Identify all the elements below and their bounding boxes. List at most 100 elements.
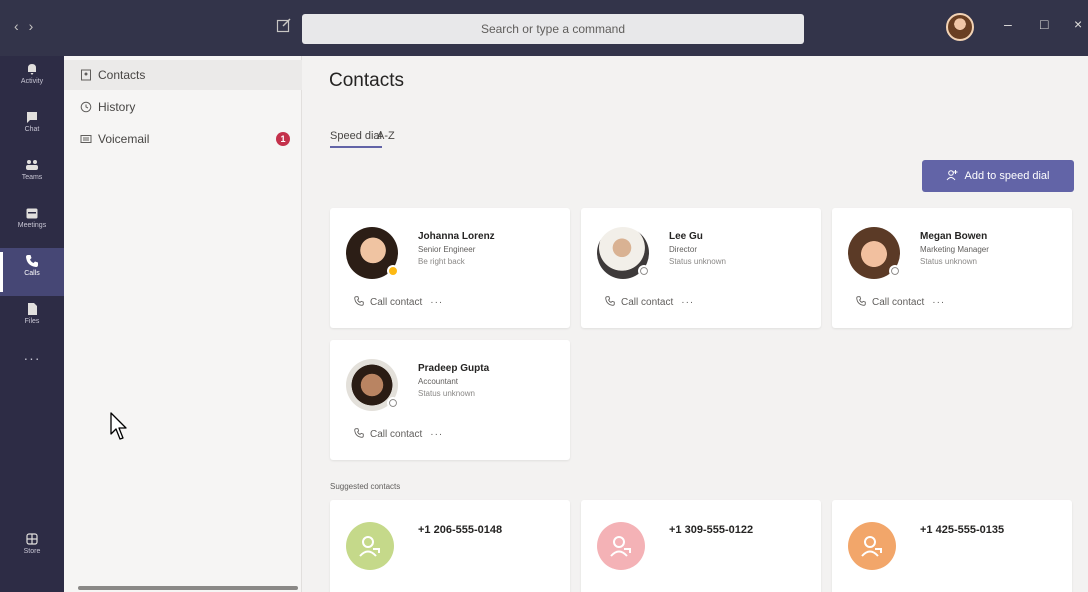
rail-label: Calls [24, 270, 40, 277]
maximize-button[interactable]: □ [1040, 16, 1048, 32]
more-options-icon[interactable]: ··· [681, 297, 694, 308]
close-button[interactable]: × [1074, 16, 1082, 32]
teams-icon [26, 160, 38, 170]
call-contact-label: Call contact [621, 297, 674, 308]
presence-unknown-icon [387, 397, 399, 409]
call-contact-button[interactable]: Call contact ··· [354, 296, 443, 308]
rail-item-activity[interactable]: Activity [0, 56, 64, 104]
title-bar: ‹› Search or type a command – □ × [0, 0, 1088, 56]
presence-away-icon [387, 265, 399, 277]
contact-title: Senior Engineer [418, 245, 476, 254]
rail-item-calls[interactable]: Calls [0, 248, 64, 296]
voicemail-badge: 1 [276, 132, 290, 146]
rail-item-chat[interactable]: Chat [0, 104, 64, 152]
contact-card[interactable]: Lee Gu Director Status unknown Call cont… [581, 208, 821, 328]
suggested-number: +1 425-555-0135 [920, 524, 1005, 536]
call-contact-button[interactable]: Call contact ··· [605, 296, 694, 308]
store-icon [26, 533, 38, 545]
contacts-icon [81, 69, 91, 81]
contact-status: Be right back [418, 257, 465, 266]
add-to-speed-dial-button[interactable]: Add to speed dial [922, 160, 1074, 192]
call-contact-button[interactable]: Call contact ··· [354, 428, 443, 440]
file-icon [28, 303, 37, 315]
suggested-number: +1 309-555-0122 [669, 524, 754, 536]
mouse-cursor-icon [110, 412, 127, 440]
suggested-avatar [597, 522, 645, 570]
contact-title: Marketing Manager [920, 245, 989, 254]
contacts-main: Contacts Speed dial A-Z Add to speed dia… [303, 56, 1088, 592]
phone-contact-icon [359, 536, 380, 557]
sidebar-item-history[interactable]: History [64, 92, 302, 122]
contact-card[interactable]: Megan Bowen Marketing Manager Status unk… [832, 208, 1072, 328]
contact-status: Status unknown [920, 257, 977, 266]
phone-icon [26, 255, 38, 267]
sidebar-item-contacts[interactable]: Contacts [64, 60, 302, 90]
voicemail-icon [80, 135, 92, 143]
phone-contact-icon [610, 536, 631, 557]
contact-title: Director [669, 245, 698, 254]
search-input[interactable]: Search or type a command [302, 14, 804, 44]
rail-label: Meetings [17, 222, 47, 229]
contact-name: Pradeep Gupta [418, 363, 490, 374]
more-options-icon[interactable]: ··· [932, 297, 945, 308]
call-contact-button[interactable]: Call contact ··· [856, 296, 945, 308]
contact-card[interactable]: Pradeep Gupta Accountant Status unknown … [330, 340, 570, 460]
bell-icon [28, 64, 36, 75]
clock-icon [80, 101, 92, 113]
presence-unknown-icon [638, 265, 650, 277]
suggested-contact-card[interactable]: +1 309-555-0122 [581, 500, 821, 592]
more-apps-button[interactable]: ··· [0, 348, 64, 396]
app-rail: Activity Chat Teams Meetings Calls Files… [0, 56, 64, 592]
sidebar-item-label: History [98, 100, 136, 114]
rail-label: Teams [21, 174, 43, 181]
sidebar-item-voicemail[interactable]: Voicemail 1 [64, 124, 302, 154]
back-button[interactable]: ‹ [14, 18, 29, 34]
suggested-number: +1 206-555-0148 [418, 524, 503, 536]
contact-name: Megan Bowen [920, 231, 988, 242]
page-title: Contacts [329, 70, 404, 91]
more-options-icon[interactable]: ··· [430, 429, 443, 440]
rail-label: Files [24, 318, 40, 325]
sidebar-item-label: Voicemail [98, 132, 150, 146]
more-options-icon[interactable]: ··· [430, 297, 443, 308]
compose-icon[interactable] [276, 17, 292, 33]
rail-item-files[interactable]: Files [0, 296, 64, 344]
rail-label: Activity [20, 78, 44, 85]
tab-speed-dial[interactable]: Speed dial [330, 130, 382, 148]
contact-status: Status unknown [418, 389, 475, 398]
rail-item-teams[interactable]: Teams [0, 152, 64, 200]
sidebar-item-label: Contacts [98, 68, 146, 82]
rail-label: Store [23, 548, 41, 555]
presence-unknown-icon [889, 265, 901, 277]
phone-icon [856, 296, 866, 306]
rail-label: Chat [24, 126, 40, 133]
user-avatar[interactable] [946, 13, 974, 41]
contact-status: Status unknown [669, 257, 726, 266]
call-contact-label: Call contact [370, 429, 423, 440]
suggested-contact-card[interactable]: +1 425-555-0135 [832, 500, 1072, 592]
suggested-avatar [848, 522, 896, 570]
chat-icon [27, 112, 37, 123]
forward-button[interactable]: › [29, 18, 44, 34]
phone-icon [354, 296, 364, 306]
call-contact-label: Call contact [872, 297, 925, 308]
contact-name: Lee Gu [669, 231, 703, 242]
teams-window: ‹› Search or type a command – □ × Activi… [0, 0, 1088, 592]
sidebar-scrollbar[interactable] [78, 586, 298, 590]
nav-arrows: ‹› [14, 18, 43, 34]
contact-name: Johanna Lorenz [418, 231, 495, 242]
suggested-contact-card[interactable]: +1 206-555-0148 [330, 500, 570, 592]
add-button-label: Add to speed dial [964, 170, 1050, 182]
suggested-contacts-heading: Suggested contacts [330, 482, 401, 491]
calls-sidebar: Contacts History Voicemail 1 [64, 56, 302, 592]
contact-card[interactable]: Johanna Lorenz Senior Engineer Be right … [330, 208, 570, 328]
minimize-button[interactable]: – [1004, 16, 1012, 32]
rail-item-store[interactable]: Store [0, 526, 64, 574]
contact-title: Accountant [418, 377, 459, 386]
add-contact-icon [947, 170, 958, 181]
call-contact-label: Call contact [370, 297, 423, 308]
rail-item-meetings[interactable]: Meetings [0, 200, 64, 248]
suggested-avatar [346, 522, 394, 570]
tab-a-z[interactable]: A-Z [377, 130, 395, 142]
phone-icon [605, 296, 615, 306]
